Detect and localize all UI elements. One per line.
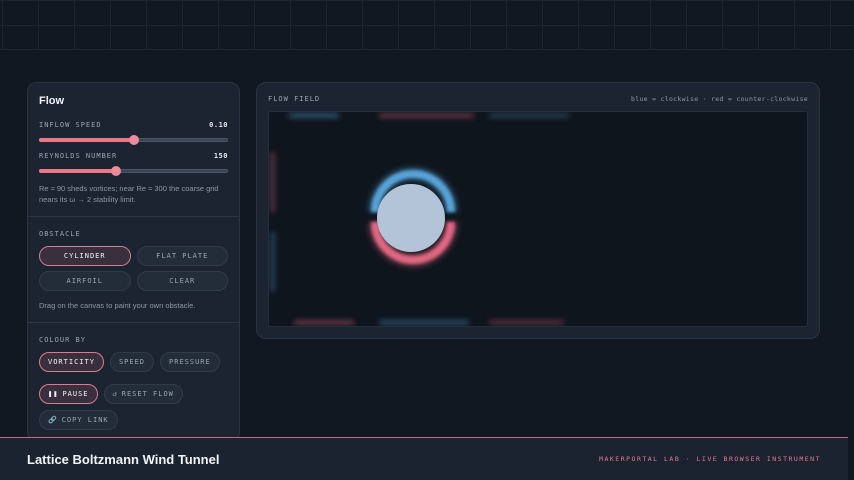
colour-vorticity-button[interactable]: VORTICITY (39, 352, 104, 372)
footer-tagline: MAKERPORTAL LAB · LIVE BROWSER INSTRUMEN… (599, 455, 821, 463)
link-icon: 🔗 (48, 416, 58, 424)
divider (28, 322, 239, 323)
obstacle-airfoil-button[interactable]: AIRFOIL (39, 271, 131, 291)
wall-streak-top-blue-2 (489, 114, 569, 117)
reset-icon: ↺ (112, 390, 118, 398)
copy-link-label: COPY LINK (61, 416, 109, 424)
divider (28, 216, 239, 217)
slider-thumb[interactable] (111, 166, 122, 176)
obstacle-label: OBSTACLE (39, 230, 81, 238)
wall-streak-top-blue (289, 114, 339, 117)
flow-field-title: FLOW FIELD (268, 95, 321, 103)
wall-streak-bottom-red-2 (489, 321, 564, 324)
obstacle-flat-plate-button[interactable]: FLAT PLATE (136, 246, 228, 266)
obstacle-cylinder-button[interactable]: CYLINDER (39, 246, 131, 266)
flow-field-canvas[interactable] (268, 111, 808, 327)
pause-icon: ❚❚ (48, 390, 59, 398)
slider-fill (39, 138, 134, 142)
inflow-speed-slider[interactable] (39, 132, 228, 146)
footer: Lattice Boltzmann Wind Tunnel MAKERPORTA… (0, 437, 848, 480)
colour-by-label: COLOUR BY (39, 336, 86, 344)
panel-title: Flow (39, 95, 65, 107)
copy-link-button[interactable]: 🔗 COPY LINK (39, 410, 118, 430)
inflow-speed-value: 0.10 (209, 121, 228, 129)
slider-fill (39, 169, 117, 173)
obstacle-hint: Drag on the canvas to paint your own obs… (39, 301, 196, 310)
pause-label: PAUSE (62, 390, 89, 398)
pause-button[interactable]: ❚❚ PAUSE (39, 384, 98, 404)
reynolds-number-row: REYNOLDS NUMBER 150 (39, 152, 228, 160)
vorticity-legend: blue = clockwise · red = counter-clockwi… (631, 95, 808, 103)
wall-streak-left-blue (271, 232, 274, 292)
colour-by-options: VORTICITY SPEED PRESSURE (39, 352, 228, 372)
reset-flow-button[interactable]: ↺ RESET FLOW (103, 384, 183, 404)
playback-controls: ❚❚ PAUSE ↺ RESET FLOW (39, 384, 228, 404)
wall-streak-left-red (271, 152, 274, 212)
wall-streak-top-red (379, 114, 474, 117)
inflow-speed-row: INFLOW SPEED 0.10 (39, 121, 228, 129)
cylinder-obstacle (377, 184, 445, 252)
controls-panel: Flow INFLOW SPEED 0.10 REYNOLDS NUMBER 1… (27, 82, 240, 442)
reynolds-number-label: REYNOLDS NUMBER (39, 152, 118, 160)
reynolds-hint: Re ≈ 90 sheds vortices; near Re ≈ 300 th… (39, 184, 219, 204)
slider-thumb[interactable] (128, 135, 139, 145)
app-title: Lattice Boltzmann Wind Tunnel (27, 451, 220, 467)
flow-field-card: FLOW FIELD blue = clockwise · red = coun… (256, 82, 820, 339)
wall-streak-bottom-red (294, 321, 354, 324)
obstacle-clear-button[interactable]: CLEAR (136, 271, 228, 291)
flow-visualization[interactable] (269, 112, 808, 327)
colour-pressure-button[interactable]: PRESSURE (160, 352, 220, 372)
reynolds-number-value: 150 (213, 152, 228, 160)
cylinder-wake (368, 167, 458, 267)
inflow-speed-label: INFLOW SPEED (39, 121, 102, 129)
background-grid (0, 0, 854, 50)
wall-streak-bottom-blue (379, 321, 469, 324)
reynolds-number-slider[interactable] (39, 163, 228, 177)
colour-speed-button[interactable]: SPEED (109, 352, 155, 372)
share-controls: 🔗 COPY LINK (39, 410, 228, 430)
reset-flow-label: RESET FLOW (121, 390, 174, 398)
obstacle-options: CYLINDER FLAT PLATE AIRFOIL CLEAR (39, 246, 228, 291)
